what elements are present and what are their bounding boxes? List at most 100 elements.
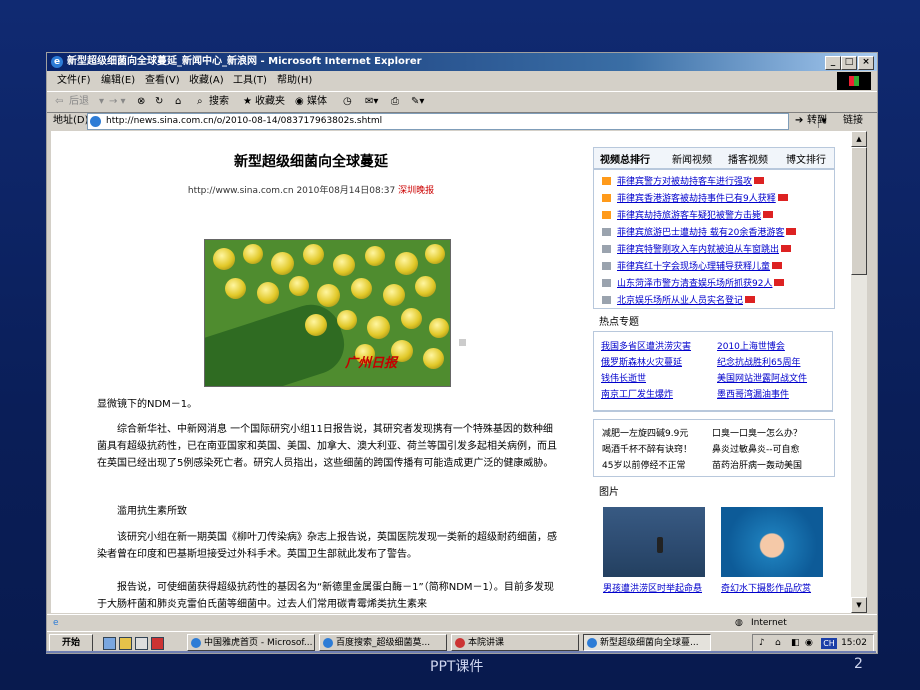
ad-link[interactable]: 45岁以前停经不正常	[602, 458, 685, 471]
menu-favorites[interactable]: 收藏(A)	[189, 72, 224, 90]
taskbar-button-active[interactable]: 新型超级细菌向全球蔓...	[583, 634, 711, 651]
menu-edit[interactable]: 编辑(E)	[101, 72, 135, 90]
video-icon	[772, 262, 783, 269]
page-viewport: 新型超级细菌向全球蔓延 http://www.sina.com.cn 2010年…	[51, 131, 851, 613]
rank-item[interactable]: 菲律宾警方对被劫持客车进行强攻	[602, 174, 765, 190]
status-zone: Internet	[751, 618, 787, 628]
mail-icon[interactable]: ✉▾	[365, 92, 378, 112]
tab-blog-rank[interactable]: 博文排行	[786, 151, 826, 166]
sound-icon[interactable]: ♪	[759, 635, 765, 652]
edit-icon[interactable]: ✎▾	[411, 92, 424, 112]
rank-item[interactable]: 菲律宾旅游巴士遭劫持 载有20余香港游客	[602, 225, 797, 241]
ad-link[interactable]: 减肥一左旋四碱9.9元	[602, 426, 688, 439]
maximize-button[interactable]: □	[841, 56, 857, 70]
print-icon[interactable]: ⎙	[391, 92, 399, 112]
hot-topic-link[interactable]: 纪念抗战胜利65周年	[717, 355, 800, 368]
byline-source[interactable]: 深圳晚报	[398, 186, 434, 196]
scroll-up-icon[interactable]: ▲	[851, 131, 867, 147]
byline-date: http://www.sina.com.cn 2010年08月14日08:37	[187, 186, 396, 196]
rank-item[interactable]: 菲律宾红十字会现场心理辅导获释儿童	[602, 259, 783, 275]
menu-help[interactable]: 帮助(H)	[277, 72, 312, 90]
hot-topic-link[interactable]: 2010上海世博会	[717, 339, 785, 352]
minimize-button[interactable]: _	[825, 56, 841, 70]
hot-topics-title: 热点专题	[599, 317, 639, 328]
menu-bar: 文件(F) 编辑(E) 查看(V) 收藏(A) 工具(T) 帮助(H)	[47, 72, 877, 90]
photo-caption-link[interactable]: 男孩遭洪涝区时举起命悬	[603, 581, 702, 594]
ie-quicklaunch-icon[interactable]	[103, 637, 116, 650]
tab-podcast-video[interactable]: 播客视频	[728, 151, 768, 166]
favorites-button[interactable]: 收藏夹	[255, 92, 285, 112]
search-icon[interactable]: ⌕	[197, 92, 203, 112]
rank-number-icon	[602, 211, 611, 219]
article-paragraph-2: 该研究小组在新一期英国《柳叶刀传染病》杂志上报告说，英国医院发现一类新的超级耐药…	[97, 532, 557, 560]
status-bar: e ◍ Internet	[47, 614, 877, 631]
rank-item[interactable]: 菲律宾香港游客被劫持事件已有9人获释	[602, 191, 788, 207]
ad-link[interactable]: 喝酒千杯不醉有诀窍！	[602, 442, 692, 455]
photo-gallery-title: 图片	[599, 487, 619, 498]
menu-file[interactable]: 文件(F)	[57, 72, 91, 90]
hot-topics: 热点专题 我国多省区遭洪涝灾害 俄罗斯森林火灾蔓延 钱伟长逝世 南京工厂发生爆炸…	[593, 313, 833, 412]
tray-app-icon[interactable]: ◧	[791, 635, 800, 652]
volume-icon[interactable]: ◉	[805, 635, 813, 652]
hot-topic-link[interactable]: 南京工厂发生爆炸	[601, 387, 673, 400]
hot-topic-link[interactable]: 美国网站泄露阿战文件	[717, 371, 807, 384]
ie-window: e 新型超级细菌向全球蔓延_新闻中心_新浪网 - Microsoft Inter…	[46, 52, 878, 654]
media-icon[interactable]: ◉	[295, 92, 304, 112]
windows-logo-icon	[837, 72, 871, 90]
home-icon[interactable]: ⌂	[175, 92, 181, 112]
media-button[interactable]: 媒体	[307, 92, 327, 112]
rank-number-icon	[602, 262, 611, 270]
tab-video-total[interactable]: 视频总排行	[600, 151, 650, 166]
hot-topic-link[interactable]: 俄罗斯森林火灾蔓延	[601, 355, 682, 368]
links-button[interactable]: 链接	[843, 112, 863, 130]
refresh-icon[interactable]: ↻	[155, 92, 163, 112]
close-button[interactable]: ×	[858, 56, 874, 70]
taskbar-button[interactable]: 本院讲课	[451, 634, 579, 651]
back-arrow-icon[interactable]: ⇦	[55, 92, 63, 112]
network-icon[interactable]: ⌂	[775, 635, 781, 652]
title-bar[interactable]: e 新型超级细菌向全球蔓延_新闻中心_新浪网 - Microsoft Inter…	[47, 53, 877, 71]
tab-news-video[interactable]: 新闻视频	[672, 151, 712, 166]
history-icon[interactable]: ◷	[343, 92, 352, 112]
go-button[interactable]: 转到	[807, 112, 827, 130]
address-input[interactable]: http://news.sina.com.cn/o/2010-08-14/083…	[87, 113, 829, 130]
menu-view[interactable]: 查看(V)	[145, 72, 180, 90]
ad-link[interactable]: 鼻炎过敏鼻炎--可自愈	[712, 442, 800, 455]
window-title: 新型超级细菌向全球蔓延_新闻中心_新浪网 - Microsoft Interne…	[67, 56, 422, 67]
forward-icon[interactable]: → ▾	[109, 92, 126, 112]
taskbar-button[interactable]: 百度搜索_超级细菌莫...	[319, 634, 447, 651]
ad-link[interactable]: 口臭一口臭一怎么办？	[712, 426, 802, 439]
rank-number-icon	[602, 279, 611, 287]
flood-photo-thumbnail[interactable]	[603, 507, 705, 577]
video-icon	[777, 194, 788, 201]
desktop-quicklaunch-icon[interactable]	[135, 637, 148, 650]
hot-topic-link[interactable]: 我国多省区遭洪涝灾害	[601, 339, 691, 352]
photo-caption-link[interactable]: 奇幻水下摄影作品欣赏	[721, 581, 811, 594]
scroll-thumb[interactable]	[851, 147, 867, 275]
image-placeholder-icon	[459, 339, 466, 346]
article-subheading: 滥用抗生素所致	[117, 506, 187, 517]
search-button[interactable]: 搜索	[209, 92, 229, 112]
bacteria-photo: 广州日报	[204, 239, 451, 387]
rank-item[interactable]: 山东菏泽市警方清查娱乐场所抓获92人	[602, 276, 785, 292]
ad-link[interactable]: 苗药治肝病一轰动美国	[712, 458, 802, 471]
back-button[interactable]: 后退	[69, 92, 89, 112]
stop-icon[interactable]: ⊗	[137, 92, 145, 112]
favorites-icon[interactable]: ★	[243, 92, 252, 112]
rank-item[interactable]: 菲律宾特警刚攻入车内就被迫从车窗跳出	[602, 242, 792, 258]
hot-topic-link[interactable]: 钱伟长逝世	[601, 371, 646, 384]
rank-item[interactable]: 北京娱乐场所从业人员实名登记	[602, 293, 756, 309]
folder-quicklaunch-icon[interactable]	[119, 637, 132, 650]
taskbar-button[interactable]: 中国雅虎首页 - Microsof...	[187, 634, 315, 651]
vertical-scrollbar[interactable]: ▲ ▼	[851, 131, 867, 613]
hot-topic-link[interactable]: 墨西哥湾漏油事件	[717, 387, 789, 400]
menu-tools[interactable]: 工具(T)	[233, 72, 267, 90]
address-url[interactable]: http://news.sina.com.cn/o/2010-08-14/083…	[106, 114, 382, 129]
language-indicator[interactable]: CH	[821, 638, 837, 649]
underwater-photo-thumbnail[interactable]	[721, 507, 823, 577]
scroll-down-icon[interactable]: ▼	[851, 597, 867, 613]
app-quicklaunch-icon[interactable]	[151, 637, 164, 650]
rank-item[interactable]: 菲律宾劫持旅游客车疑犯被警方击毙	[602, 208, 774, 224]
go-arrow-icon[interactable]: ➔	[795, 112, 803, 130]
back-dropdown-icon[interactable]: ▾	[99, 92, 104, 112]
